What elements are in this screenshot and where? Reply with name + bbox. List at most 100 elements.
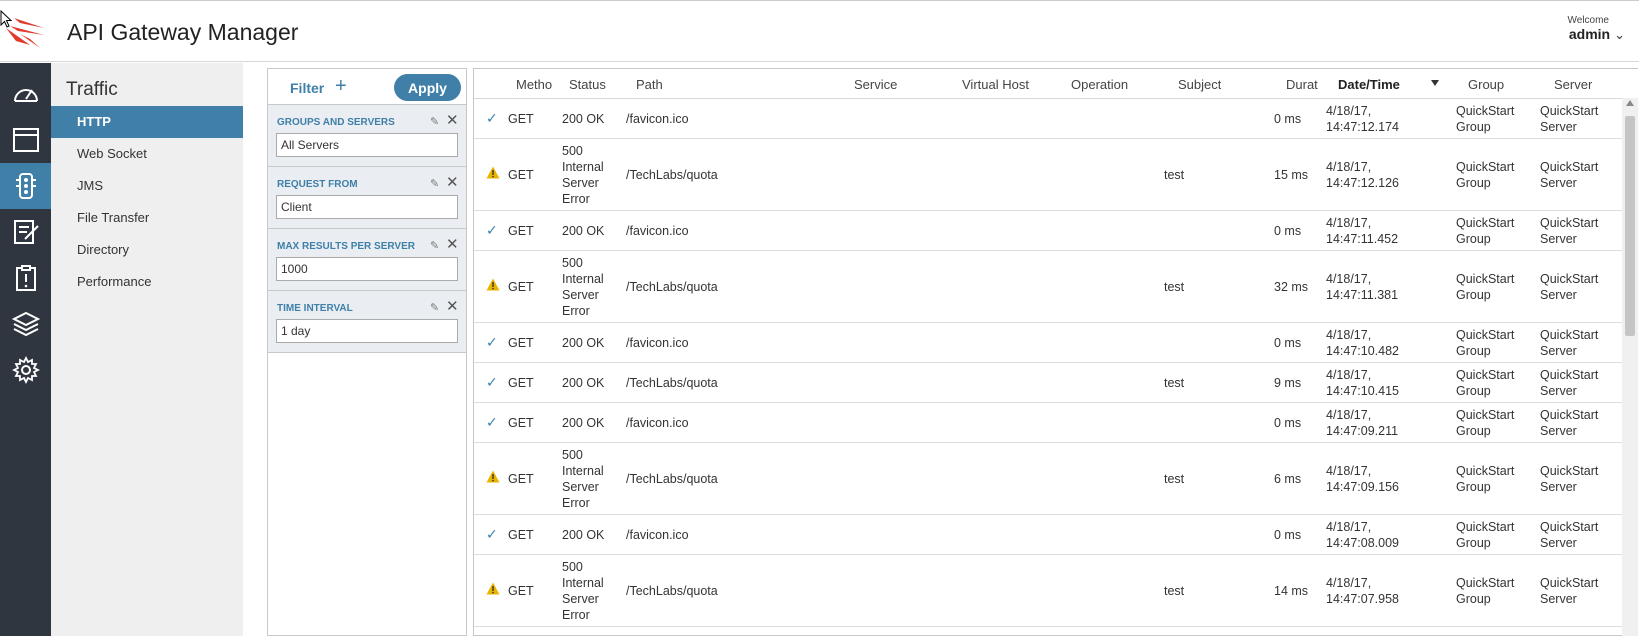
scroll-thumb[interactable] xyxy=(1625,116,1635,336)
user-menu[interactable]: Welcome admin ⌄ xyxy=(1568,15,1626,44)
close-icon[interactable]: ✕ xyxy=(446,111,459,129)
subnav-item-jms[interactable]: JMS xyxy=(51,170,243,202)
table-row[interactable]: ✓ GET 200 OK/favicon.ico 0 ms 4/18/17, 14:47… xyxy=(474,323,1624,363)
subnav-item-directory[interactable]: Directory xyxy=(51,234,243,266)
add-filter-icon[interactable]: + xyxy=(335,75,347,98)
table-row[interactable]: ✓ GET 200 OK/favicon.ico 0 ms 4/18/17, 14:47… xyxy=(474,99,1624,139)
cell-server: QuickStart Server xyxy=(1540,104,1599,134)
filter-request-from: REQUEST FROM ✎ ✕ xyxy=(268,167,466,229)
logs-nav[interactable] xyxy=(0,209,51,255)
cell-method: GET xyxy=(508,112,534,126)
table-row[interactable]: ✓ GET 200 OK/favicon.ico 0 ms 4/18/17, 14:47… xyxy=(474,211,1624,251)
cell-path: /favicon.ico xyxy=(626,112,689,126)
time-interval-field[interactable] xyxy=(276,319,458,343)
table-row[interactable]: ✓ GET 200 OK/favicon.ico 0 ms 4/18/17, 14:47… xyxy=(474,515,1624,555)
column-subject[interactable]: Subject xyxy=(1178,77,1221,92)
subnav-item-performance[interactable]: Performance xyxy=(51,266,243,298)
table-row[interactable]: ✓ GET 200 OK/favicon.ico 0 ms 4/18/17, 14:47… xyxy=(474,403,1624,443)
column-duration[interactable]: Durat xyxy=(1286,77,1320,92)
events-nav[interactable] xyxy=(0,255,51,301)
edit-pencil-icon[interactable]: ✎ xyxy=(430,239,439,252)
username[interactable]: admin xyxy=(1569,26,1610,42)
column-date-time[interactable]: Date/Time xyxy=(1338,77,1400,92)
cell-method: GET xyxy=(508,336,534,350)
main-nav-rail xyxy=(0,63,51,636)
column-group[interactable]: Group xyxy=(1468,77,1504,92)
column-method[interactable]: Metho xyxy=(516,77,554,92)
cell-group: QuickStart Group xyxy=(1456,576,1515,606)
subnav-item-file-transfer[interactable]: File Transfer xyxy=(51,202,243,234)
topology-nav[interactable] xyxy=(0,117,51,163)
cell-server: QuickStart Server xyxy=(1540,408,1599,438)
column-status[interactable]: Status xyxy=(569,77,606,92)
success-check-icon: ✓ xyxy=(486,222,498,238)
table-row[interactable]: GET 500 Internal Server Error/TechLabs/qu… xyxy=(474,139,1624,211)
request-from-field[interactable] xyxy=(276,195,458,219)
status-icon: ✓ xyxy=(486,222,498,239)
cell-path: /TechLabs/quota xyxy=(626,584,718,598)
column-operation[interactable]: Operation xyxy=(1071,77,1128,92)
edit-pencil-icon[interactable]: ✎ xyxy=(430,177,439,190)
cell-date-time: 4/18/17, 14:47:09.156 xyxy=(1326,464,1399,494)
apply-button[interactable]: Apply xyxy=(394,74,461,101)
close-icon[interactable]: ✕ xyxy=(446,173,459,191)
cell-method: GET xyxy=(508,528,534,542)
cell-path: /favicon.ico xyxy=(626,224,689,238)
table-scrollbar[interactable] xyxy=(1622,98,1638,636)
warning-icon xyxy=(486,166,500,179)
chevron-down-icon[interactable]: ⌄ xyxy=(1614,27,1625,43)
traffic-table: Metho Status Path Service Virtual Host O… xyxy=(473,68,1638,636)
column-service[interactable]: Service xyxy=(854,77,897,92)
close-icon[interactable]: ✕ xyxy=(446,235,459,253)
cell-group: QuickStart Group xyxy=(1456,272,1515,302)
success-check-icon: ✓ xyxy=(486,526,498,542)
table-row[interactable]: GET 500 Internal Server Error/TechLabs/qu… xyxy=(474,443,1624,515)
cell-server: QuickStart Server xyxy=(1540,160,1599,190)
cell-group: QuickStart Group xyxy=(1456,160,1515,190)
sort-descending-icon[interactable] xyxy=(1431,80,1439,86)
table-row[interactable]: GET 500 Internal Server Error/TechLabs/qu… xyxy=(474,555,1624,627)
success-check-icon: ✓ xyxy=(486,374,498,390)
edit-pencil-icon[interactable]: ✎ xyxy=(430,301,439,314)
settings-nav[interactable] xyxy=(0,347,51,393)
column-server[interactable]: Server xyxy=(1554,77,1592,92)
cell-path: /favicon.ico xyxy=(626,528,689,542)
cell-method: GET xyxy=(508,168,534,182)
cell-duration: 6 ms xyxy=(1274,472,1302,486)
subnav-item-web-socket[interactable]: Web Socket xyxy=(51,138,243,170)
column-path[interactable]: Path xyxy=(636,77,663,92)
cell-duration: 32 ms xyxy=(1274,280,1309,294)
settings-layers-nav[interactable] xyxy=(0,301,51,347)
cell-group: QuickStart Group xyxy=(1456,464,1515,494)
warning-icon xyxy=(486,470,500,483)
cell-duration: 0 ms xyxy=(1274,416,1302,430)
dashboard-nav[interactable] xyxy=(0,71,51,117)
cell-duration: 0 ms xyxy=(1274,336,1302,350)
column-virtual-host[interactable]: Virtual Host xyxy=(962,77,1029,92)
close-icon[interactable]: ✕ xyxy=(446,297,459,315)
app-header: API Gateway Manager Welcome admin ⌄ xyxy=(0,0,1639,62)
cell-status: 500 Internal Server Error xyxy=(562,560,604,622)
subnav-item-http[interactable]: HTTP xyxy=(51,106,243,138)
status-icon: ✓ xyxy=(486,334,498,351)
cell-path: /TechLabs/quota xyxy=(626,376,718,390)
clipboard-alert-icon xyxy=(15,265,36,291)
table-row[interactable]: GET 500 Internal Server Error/TechLabs/qu… xyxy=(474,251,1624,323)
success-check-icon: ✓ xyxy=(486,110,498,126)
groups-servers-field[interactable] xyxy=(276,133,458,157)
cell-status: 500 Internal Server Error xyxy=(562,256,604,318)
scroll-up-icon[interactable] xyxy=(1626,100,1634,106)
cell-group: QuickStart Group xyxy=(1456,104,1515,134)
cell-status: 200 OK xyxy=(562,224,605,238)
edit-pencil-icon[interactable]: ✎ xyxy=(430,115,439,128)
cell-server: QuickStart Server xyxy=(1540,520,1599,550)
cell-duration: 15 ms xyxy=(1274,168,1309,182)
filter-header: Filter + Apply xyxy=(268,69,466,105)
max-results-field[interactable] xyxy=(276,257,458,281)
table-row[interactable]: ✓ GET 200 OK/TechLabs/quota test 9 ms 4/18/17… xyxy=(474,363,1624,403)
dashboard-icon xyxy=(13,89,38,102)
cell-status: 500 Internal Server Error xyxy=(562,448,604,510)
filter-label: MAX RESULTS PER SERVER xyxy=(277,241,415,252)
cell-status: 200 OK xyxy=(562,336,605,350)
traffic-nav[interactable] xyxy=(0,163,51,209)
